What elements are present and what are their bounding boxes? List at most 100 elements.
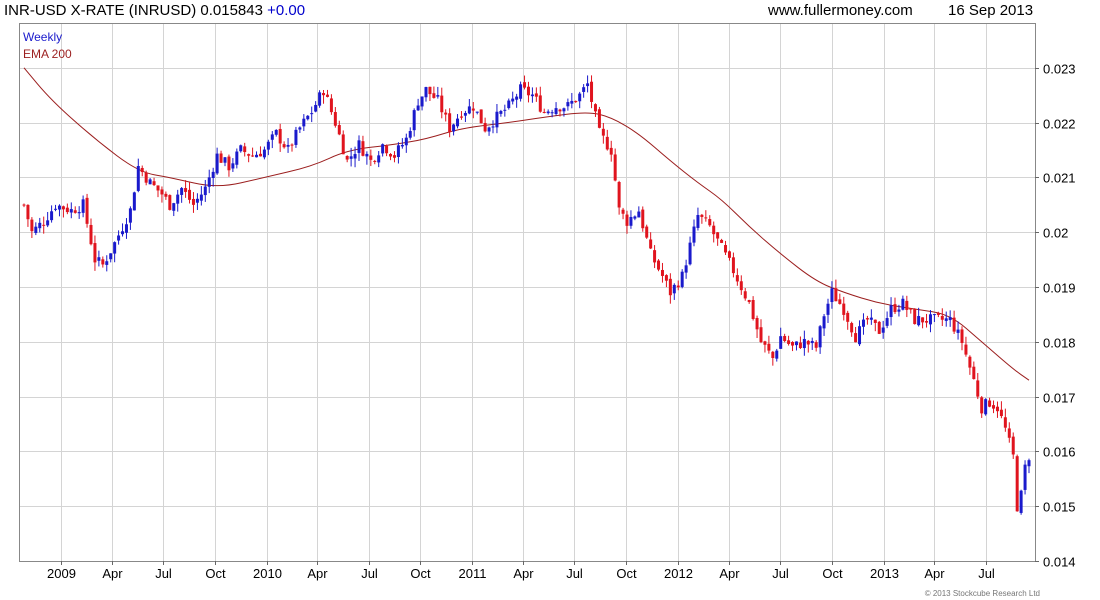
down-candle (617, 180, 621, 215)
candle-body (314, 104, 318, 112)
down-candle (708, 215, 712, 227)
up-candle (491, 120, 495, 134)
up-candle (136, 158, 140, 193)
candle-body (396, 145, 400, 158)
candle-body (172, 203, 176, 211)
candle-body (692, 226, 696, 243)
candle-body (712, 225, 716, 235)
down-candle (483, 117, 487, 133)
x-tick-label: Jul (155, 566, 172, 581)
candle-body (700, 214, 704, 217)
candle-body (542, 111, 546, 113)
up-candle (858, 320, 862, 347)
down-candle (191, 192, 195, 213)
down-candle (865, 315, 869, 325)
candle-body (779, 336, 783, 349)
down-candle (877, 320, 881, 335)
candle-body (869, 317, 873, 320)
candle-body (329, 98, 333, 113)
candle-body (601, 128, 605, 136)
candle-body (668, 278, 672, 296)
down-candle (140, 165, 144, 177)
y-axis: 0.014 0.015 0.016 0.017 0.018 0.019 0.02 0.021 0… (1035, 62, 1076, 570)
candle-body (653, 250, 657, 263)
down-candle (676, 280, 680, 291)
candle-body (294, 129, 298, 145)
candle-body (925, 321, 929, 323)
up-candle (511, 91, 515, 105)
candle-body (156, 185, 160, 191)
down-candle (459, 111, 463, 120)
candle-body (456, 118, 460, 127)
down-candle (783, 333, 787, 343)
candle-body (593, 104, 597, 112)
candle-body (239, 145, 243, 152)
candle-body (491, 126, 495, 128)
down-candle (85, 193, 89, 228)
candle-body (818, 326, 822, 348)
candle-body (873, 319, 877, 323)
y-tick-label: 0.023 (1043, 62, 1076, 77)
up-candle (1023, 460, 1027, 495)
down-candle (152, 177, 156, 187)
candle-body (503, 109, 507, 111)
candle-body (637, 211, 641, 218)
up-candle (467, 99, 471, 115)
up-candle (586, 75, 590, 93)
candle-body (148, 179, 152, 185)
down-candle (1007, 422, 1011, 443)
up-candle (696, 207, 700, 231)
candle-body (132, 192, 136, 211)
down-candle (653, 245, 657, 269)
down-candle (724, 240, 728, 256)
up-candle (176, 189, 180, 212)
candle-body (680, 271, 684, 287)
up-candle (688, 236, 692, 266)
candle-body (325, 94, 329, 97)
down-candle (850, 321, 854, 337)
up-candle (286, 138, 290, 153)
candle-body (952, 317, 956, 332)
candle-body (578, 93, 582, 102)
candle-body (412, 110, 416, 131)
candle-body (333, 112, 337, 126)
candle-body (392, 155, 396, 158)
x-tick-label: 2013 (870, 566, 899, 581)
down-candle (952, 310, 956, 334)
candle-body (1015, 456, 1019, 512)
candle-body (775, 350, 779, 359)
candle-body (791, 341, 795, 346)
x-tick-label: Apr (719, 566, 740, 581)
up-candle (412, 108, 416, 137)
candle-body (444, 112, 448, 115)
candle-body (274, 129, 278, 135)
down-candle (26, 204, 30, 227)
candle-body (54, 208, 58, 210)
x-tick-label: Oct (205, 566, 226, 581)
candle-body (219, 153, 223, 163)
candle-body (1019, 490, 1023, 513)
candle-body (180, 188, 184, 195)
down-candle (649, 232, 653, 250)
candle-body (972, 366, 976, 380)
down-candle (538, 86, 542, 113)
down-candle (593, 103, 597, 117)
candle-body (727, 251, 731, 258)
down-candle (854, 326, 858, 343)
candle-body (337, 125, 341, 135)
down-candle (73, 206, 77, 214)
down-candle (873, 319, 877, 332)
candle-body (38, 222, 42, 229)
down-candle (976, 373, 980, 400)
candle-body (794, 341, 798, 346)
up-candle (456, 114, 460, 129)
candle-body (921, 317, 925, 323)
up-candle (928, 310, 932, 333)
candle-body (822, 316, 826, 329)
candle-body (672, 284, 676, 294)
up-candle (381, 143, 385, 157)
y-tick-label: 0.017 (1043, 391, 1076, 406)
candle-body (349, 156, 353, 159)
down-candle (526, 81, 530, 103)
up-candle (215, 147, 219, 175)
